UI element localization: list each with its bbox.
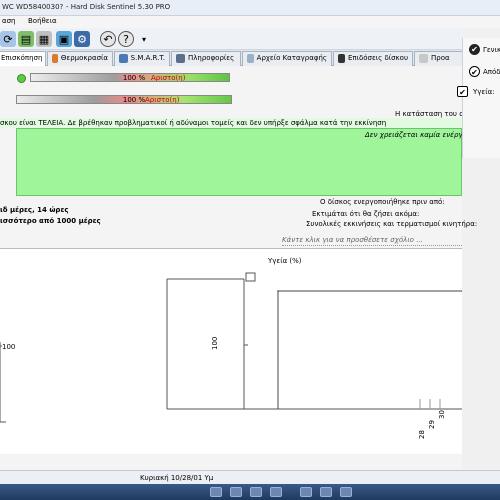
menu-bar: αση Βοήθεια (0, 16, 500, 28)
estimated-life-label: Εκτιμάται ότι θα ζήσει ακόμα: (312, 210, 420, 218)
taskbar (0, 484, 500, 500)
performance-icon (338, 54, 345, 63)
status-bar: Κυριακή 10/28/01 Υμ (0, 470, 500, 484)
start-stop-count-label: Συνολικές εκκινήσεις και τερματισμοί κιν… (306, 220, 478, 228)
status-bar-text: Κυριακή 10/28/01 Υμ (140, 474, 214, 482)
chart-title: Υγεία (%) (267, 257, 302, 265)
disk-icon[interactable]: ▤ (18, 31, 34, 47)
health-bar: 100 % Αριστο(η) (16, 95, 232, 104)
performance-bar: 100 % Αριστο(η) (30, 73, 230, 82)
report-icon[interactable]: ▦ (36, 31, 52, 47)
right-summary-panel: ✔ Γενικ ✔ Απόδοση ✔ Υγεία: (457, 38, 500, 158)
advanced-icon (419, 54, 428, 63)
x-tick-label-1: 29 (428, 420, 436, 429)
status-message: σκου είναι ΤΕΛΕΙΑ. Δε βρέθηκαν προβληματ… (0, 119, 387, 127)
tab-smart-label: S.M.A.R.T. (130, 54, 165, 62)
status-sub-message: Δεν χρειάζεται καμία ενέργεια. (365, 131, 476, 139)
tab-information[interactable]: Πληροφορίες (171, 51, 241, 66)
health-bar-text: 100 % (122, 96, 146, 104)
title-bar: WC WD5840030? - Hard Disk Sentinel 5.30 … (0, 0, 500, 16)
health-status-text: Αριστο(η) (145, 96, 180, 104)
comment-placeholder: Κάντε κλικ για να προσθέσετε σχόλιο ... (282, 236, 423, 244)
general-check-icon: ✔ (469, 44, 480, 55)
power-on-time-label: Ο δίσκος ενεργοποιήθηκε πριν από: (320, 198, 445, 206)
window-title-left: WC WD5840030? (2, 3, 64, 11)
x-tick-label-2: 30 (438, 410, 446, 419)
taskbar-app-icon-1[interactable] (210, 487, 222, 497)
taskbar-app-icon-6[interactable] (320, 487, 332, 497)
performance-status-dot (17, 74, 26, 83)
health-chart: Υγεία (%) 100 100 28 29 30 (0, 248, 463, 454)
y-tick-label-100: 100 (211, 337, 219, 350)
performance-status-text: Αριστο(η) (151, 74, 186, 82)
comment-field[interactable]: Κάντε κλικ για να προσθέσετε σχόλιο ... (282, 236, 462, 246)
taskbar-app-icon-5[interactable] (300, 487, 312, 497)
menu-item-config[interactable]: αση (2, 17, 16, 25)
health-series-point (277, 290, 279, 292)
tab-log[interactable]: Αρχείο Καταγραφής (242, 51, 332, 66)
tab-strip: Επισκόπηση Θερμοκρασία S.M.A.R.T. Πληροφ… (0, 50, 466, 66)
toolbar: ⟳ ▤ ▦ ▣ ⚙ ↶ ? ▾ (0, 28, 470, 50)
test-icon[interactable]: ⚙ (74, 31, 90, 47)
thermometer-icon (52, 54, 58, 63)
power-on-time-value: ιδ μέρες, 14 ώρες (0, 206, 69, 214)
tab-temperature[interactable]: Θερμοκρασία (47, 51, 113, 66)
tab-more-label: Προα (431, 54, 450, 62)
taskbar-app-icon-2[interactable] (230, 487, 242, 497)
tab-disk-performance[interactable]: Επιδόσεις δίσκου (333, 51, 413, 66)
general-label: Γενικ (483, 46, 500, 54)
window-title-right: - Hard Disk Sentinel 5.30 PRO (66, 3, 171, 11)
log-icon (247, 54, 254, 63)
tab-overview[interactable]: Επισκόπηση (0, 51, 46, 66)
chart-marker-box (245, 272, 256, 282)
tab-overview-label: Επισκόπηση (1, 54, 43, 62)
status-message-strip: σκου είναι ΤΕΛΕΙΑ. Δε βρέθηκαν προβληματ… (0, 118, 462, 128)
help-icon[interactable]: ? (118, 31, 134, 47)
performance-check-icon: ✔ (469, 66, 480, 77)
info-icon (176, 54, 185, 63)
tab-more[interactable]: Προα (414, 51, 466, 66)
refresh-icon[interactable]: ⟳ (0, 31, 16, 47)
tab-disk-performance-label: Επιδόσεις δίσκου (347, 54, 408, 62)
estimated-life-value: ισσότερο από 1000 μέρες (0, 217, 101, 225)
health-chart-svg: Υγεία (%) 100 100 28 29 30 (0, 257, 463, 439)
tab-log-label: Αρχείο Καταγραφής (256, 54, 327, 62)
performance-label: Απόδοση (483, 68, 500, 76)
tab-temperature-label: Θερμοκρασία (60, 54, 108, 62)
monitor-icon[interactable]: ▣ (56, 31, 72, 47)
status-green-panel: Δεν χρειάζεται καμία ενέργεια. (16, 128, 476, 196)
taskbar-app-icon-4[interactable] (270, 487, 282, 497)
tab-information-label: Πληροφορίες (188, 54, 235, 62)
tab-smart[interactable]: S.M.A.R.T. (114, 51, 170, 66)
health-series-point (461, 290, 463, 292)
taskbar-app-icon-3[interactable] (250, 487, 262, 497)
y-tick-label-left: 100 (2, 343, 15, 351)
health-label: Υγεία: (473, 88, 495, 96)
health-check-icon: ✔ (457, 86, 468, 97)
x-tick-label-0: 28 (418, 430, 426, 439)
menu-item-help[interactable]: Βοήθεια (28, 17, 57, 25)
smart-icon (119, 54, 128, 63)
undo-icon[interactable]: ↶ (100, 31, 116, 47)
health-series (277, 290, 463, 409)
performance-bar-text: 100 % (122, 74, 146, 82)
dropdown-arrow-icon[interactable]: ▾ (136, 31, 152, 47)
taskbar-app-icon-7[interactable] (340, 487, 352, 497)
